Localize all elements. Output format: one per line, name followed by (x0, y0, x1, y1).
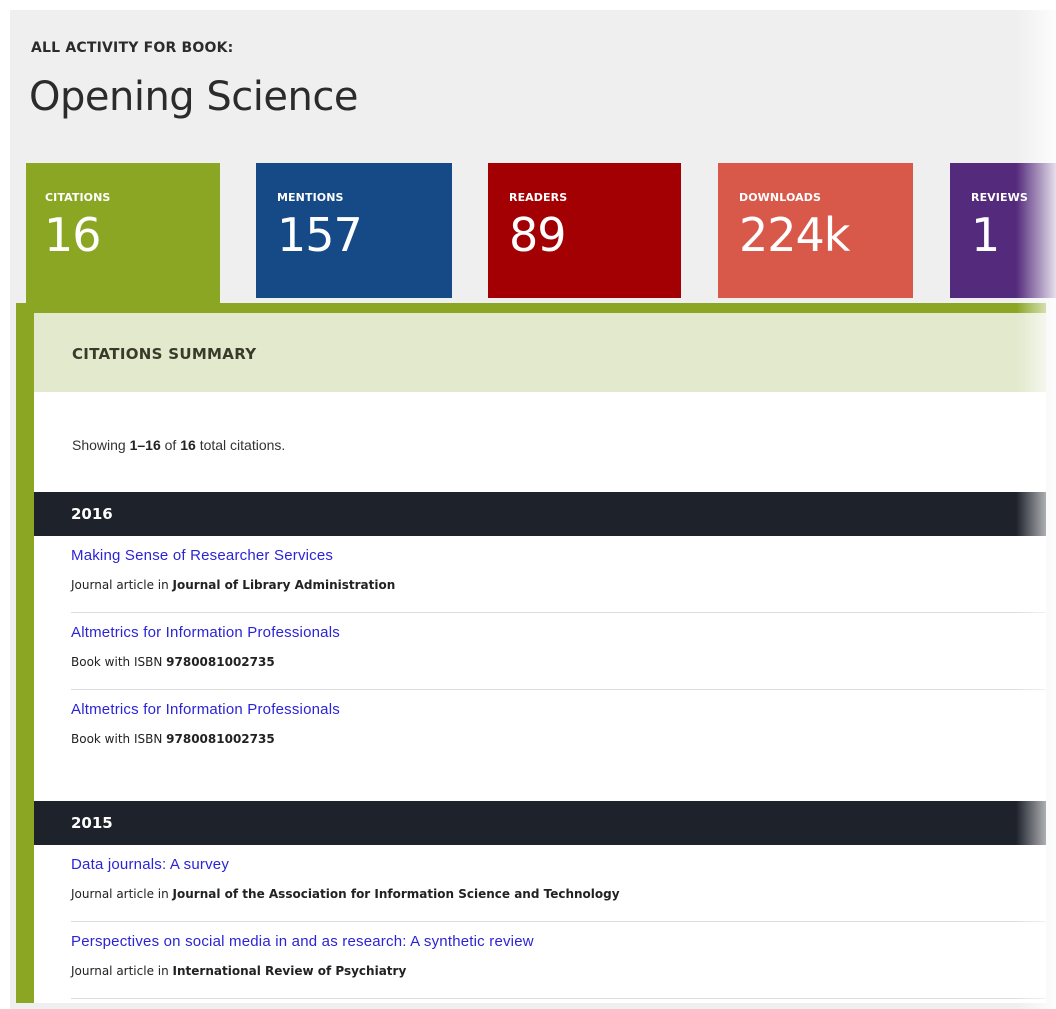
citation-venue: International Review of Psychiatry (172, 964, 407, 978)
citation-venue: 9780081002735 (166, 655, 275, 669)
citations-panel: CITATIONS SUMMARY Showing 1–16 of 16 tot… (34, 313, 1046, 1003)
citation-link[interactable]: Altmetrics for Information Professionals (71, 701, 340, 718)
citation-link[interactable]: Making Sense of Researcher Services (71, 547, 333, 564)
citation-item: Perspectives on social media in and as r… (34, 922, 1046, 999)
citation-meta: Journal article in Journal of the Associ… (71, 887, 620, 901)
citation-link[interactable]: Perspectives on social media in and as r… (71, 933, 534, 950)
page-pretitle: ALL ACTIVITY FOR BOOK: (31, 40, 234, 56)
citation-item: Making Sense of Researcher Services Jour… (34, 536, 1046, 613)
showing-prefix: Showing (72, 437, 126, 453)
showing-total: 16 (180, 437, 196, 453)
tab-readers[interactable]: READERS 89 (488, 163, 681, 298)
citation-meta: Book with ISBN 9780081002735 (71, 655, 275, 669)
tab-label: CITATIONS (45, 191, 111, 204)
tab-count: 157 (277, 208, 363, 262)
citation-item: Altmetrics for Information Professionals… (34, 690, 1046, 767)
tab-mentions[interactable]: MENTIONS 157 (256, 163, 452, 298)
citation-item: Data journals: A survey Journal article … (34, 845, 1046, 922)
citation-link[interactable]: Altmetrics for Information Professionals (71, 624, 340, 641)
citation-meta: Book with ISBN 9780081002735 (71, 732, 275, 746)
year-header: 2016 (34, 492, 1046, 536)
tab-citations[interactable]: CITATIONS 16 (26, 163, 220, 323)
citation-link[interactable]: Data journals: A survey (71, 856, 229, 873)
tab-downloads[interactable]: DOWNLOADS 224k (718, 163, 913, 298)
tab-label: DOWNLOADS (739, 191, 821, 204)
year-label: 2015 (71, 814, 113, 832)
citation-item: Altmetrics for Information Professionals… (34, 613, 1046, 690)
page-title: Opening Science (29, 74, 358, 120)
tab-reviews[interactable]: REVIEWS 1 (950, 163, 1056, 298)
citation-type: Journal article in (71, 578, 169, 592)
tab-label: MENTIONS (277, 191, 344, 204)
citation-type: Book with ISBN (71, 655, 163, 669)
citation-meta: Journal article in International Review … (71, 964, 406, 978)
tab-count: 89 (509, 208, 567, 262)
citation-type: Book with ISBN (71, 732, 163, 746)
citation-type: Journal article in (71, 964, 169, 978)
summary-title: CITATIONS SUMMARY (72, 345, 257, 363)
tab-label: READERS (509, 191, 568, 204)
citation-venue: 9780081002735 (166, 732, 275, 746)
results-count: Showing 1–16 of 16 total citations. (72, 437, 285, 453)
year-label: 2016 (71, 505, 113, 523)
tab-label: REVIEWS (971, 191, 1028, 204)
citation-venue: Journal of Library Administration (172, 578, 396, 592)
summary-header: CITATIONS SUMMARY (34, 313, 1046, 392)
showing-suffix: total citations. (199, 437, 286, 453)
showing-of: of (164, 437, 177, 453)
citation-venue: Journal of the Association for Informati… (172, 887, 620, 901)
tab-count: 224k (739, 208, 850, 262)
citation-type: Journal article in (71, 887, 169, 901)
year-header: 2015 (34, 801, 1046, 845)
tab-count: 16 (44, 208, 102, 262)
showing-range: 1–16 (129, 437, 161, 453)
tab-count: 1 (971, 208, 1000, 262)
citation-meta: Journal article in Journal of Library Ad… (71, 578, 395, 592)
